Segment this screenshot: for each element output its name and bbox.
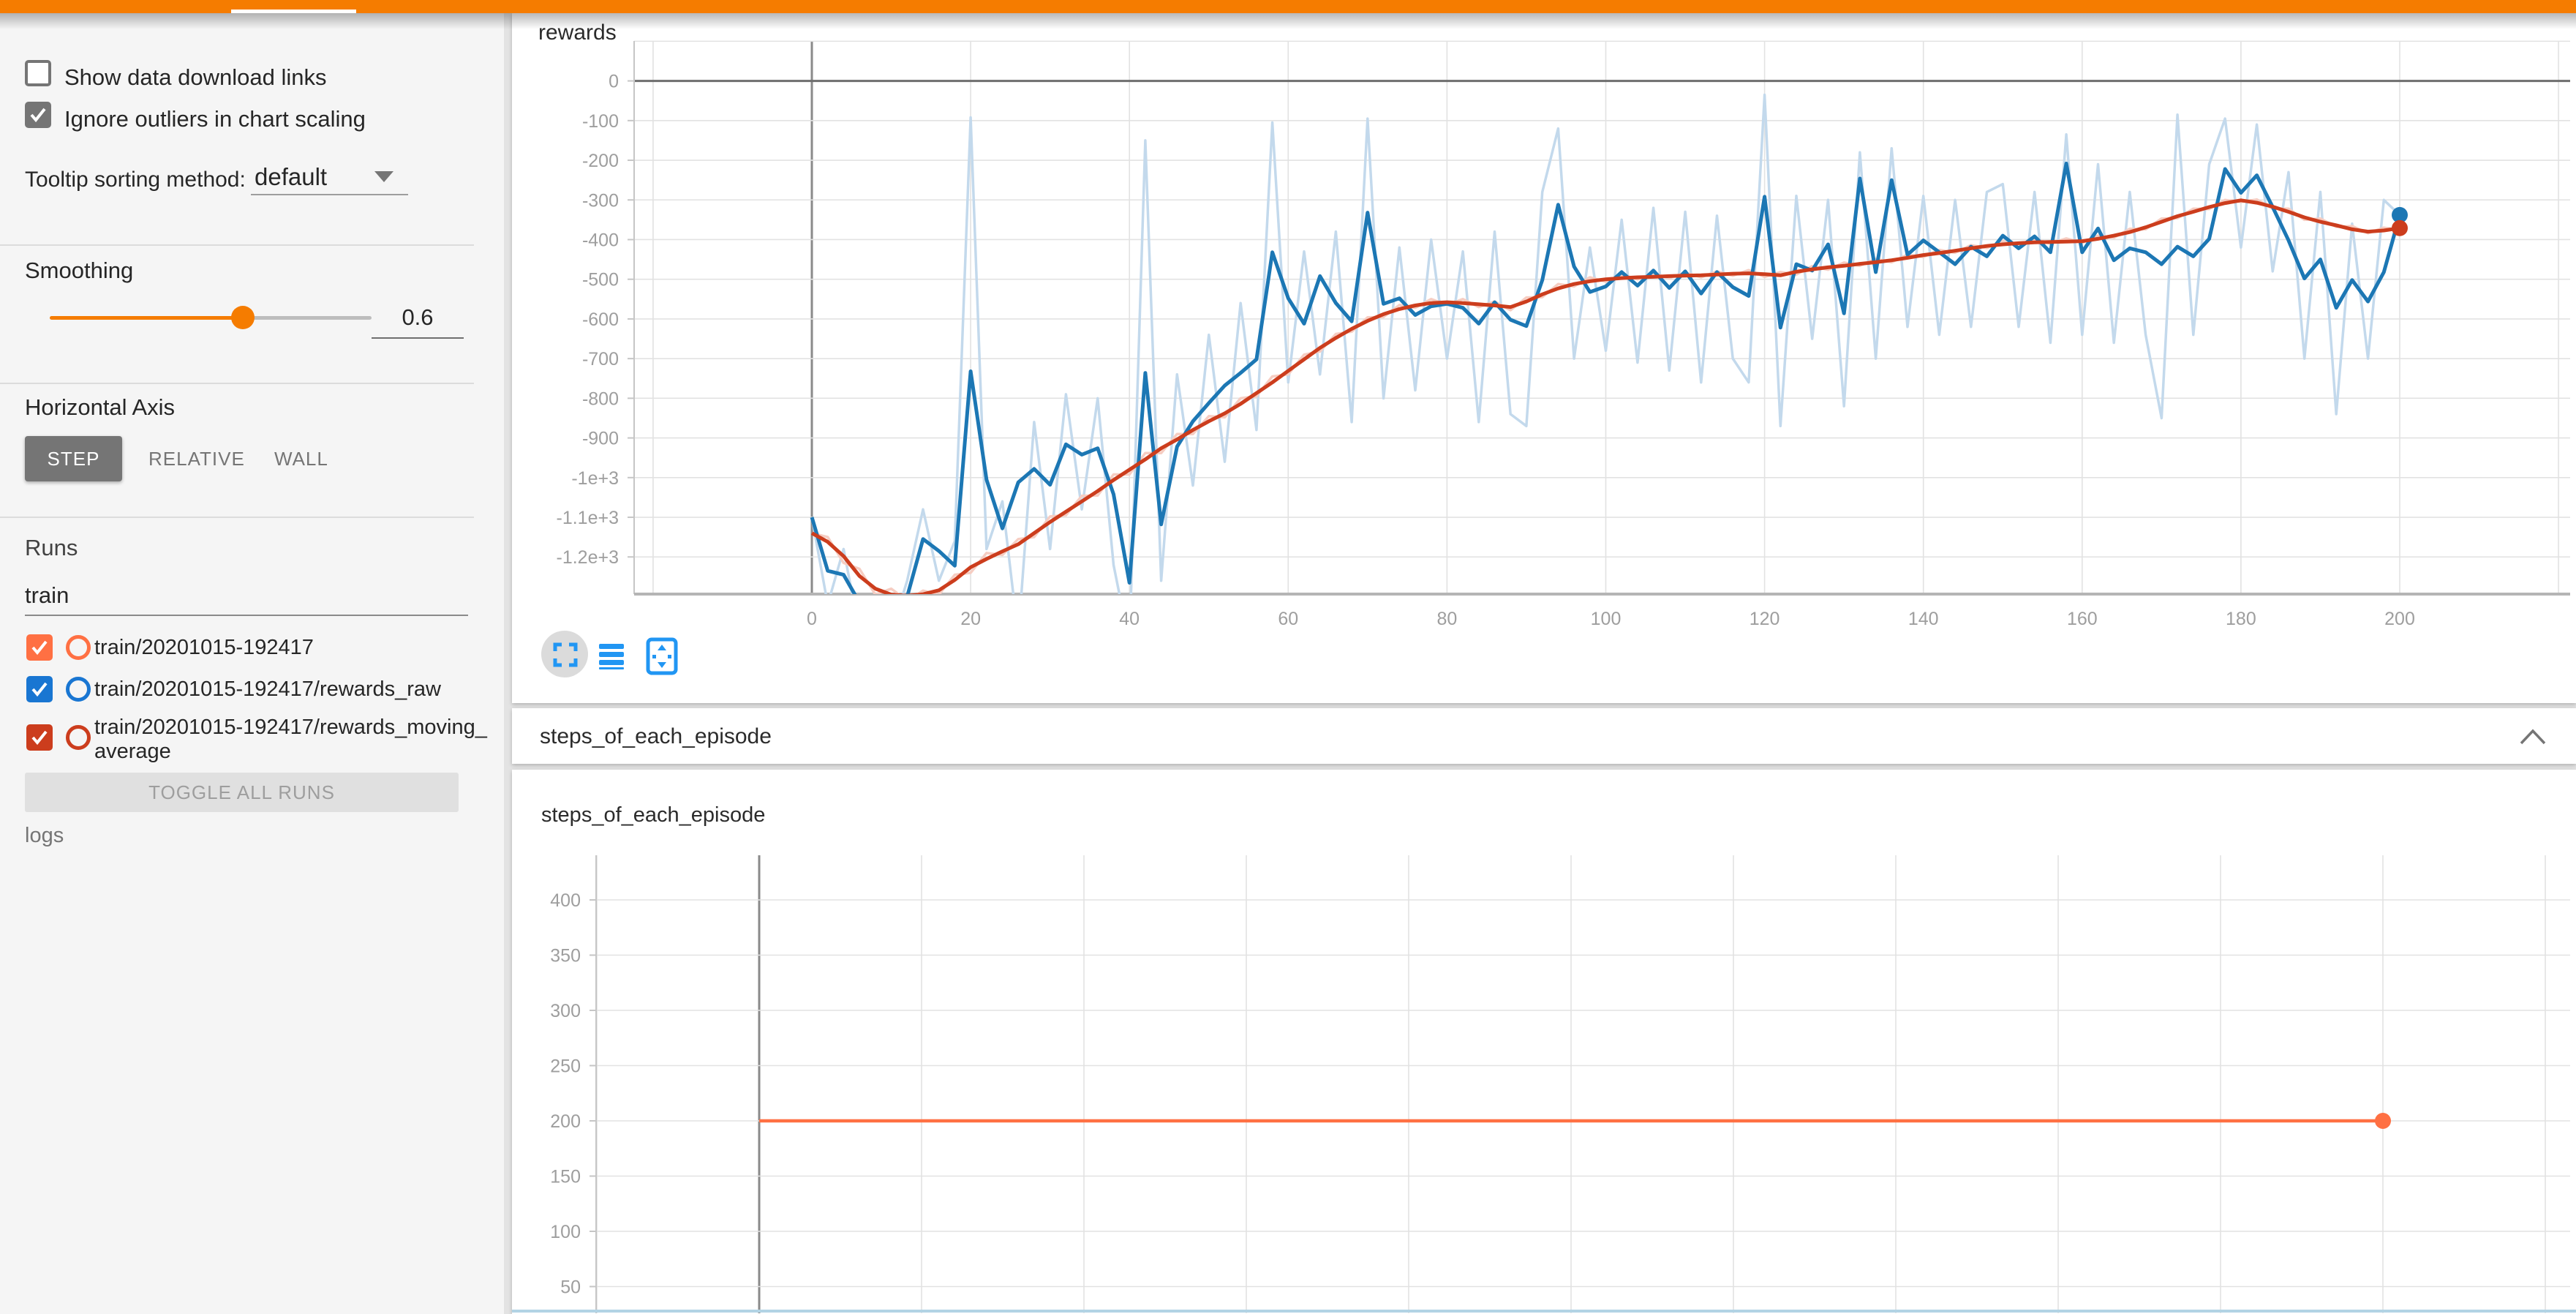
svg-text:-700: -700 — [582, 349, 619, 369]
svg-text:80: 80 — [1436, 609, 1457, 629]
svg-text:200: 200 — [2384, 609, 2415, 629]
tick-labels: 400 350 300 250 200 150 100 50 — [550, 890, 596, 1298]
svg-text:350: 350 — [550, 946, 581, 966]
svg-text:-400: -400 — [582, 230, 619, 250]
svg-text:60: 60 — [1278, 609, 1298, 629]
svg-text:250: 250 — [550, 1056, 581, 1077]
svg-text:0: 0 — [807, 609, 817, 629]
svg-text:-500: -500 — [582, 270, 619, 290]
svg-text:-100: -100 — [582, 111, 619, 132]
svg-text:-600: -600 — [582, 309, 619, 330]
endpoint-dots — [2392, 207, 2408, 236]
svg-text:-1.2e+3: -1.2e+3 — [557, 547, 619, 568]
svg-text:-300: -300 — [582, 190, 619, 211]
svg-text:160: 160 — [2067, 609, 2098, 629]
svg-text:140: 140 — [1908, 609, 1939, 629]
svg-text:-1.1e+3: -1.1e+3 — [557, 508, 619, 528]
svg-text:-200: -200 — [582, 151, 619, 171]
svg-text:40: 40 — [1119, 609, 1140, 629]
endpoint-dots — [2375, 1113, 2391, 1129]
chart-steps_of_each_episode[interactable]: 400 350 300 250 200 150 100 50 — [550, 855, 2570, 1313]
svg-text:180: 180 — [2226, 609, 2256, 629]
chart-rewards[interactable]: 0 -100 -200 -300 -400 -500 -600 -700 -800 -900 -1e… — [557, 41, 2571, 645]
svg-text:200: 200 — [550, 1111, 581, 1132]
svg-text:400: 400 — [550, 890, 581, 911]
svg-text:0: 0 — [609, 72, 619, 92]
svg-text:50: 50 — [560, 1277, 581, 1298]
svg-text:20: 20 — [960, 609, 981, 629]
svg-text:100: 100 — [1591, 609, 1622, 629]
app-header-bar — [0, 0, 2576, 13]
svg-text:300: 300 — [550, 1001, 581, 1021]
svg-text:150: 150 — [550, 1167, 581, 1187]
active-tab-underline — [231, 10, 356, 13]
tensorboard-scalars-page: Show data download links Ignore outliers… — [0, 0, 2576, 1314]
svg-text:100: 100 — [550, 1222, 581, 1242]
svg-text:-1e+3: -1e+3 — [571, 468, 619, 489]
svg-text:-800: -800 — [582, 388, 619, 409]
svg-text:120: 120 — [1750, 609, 1780, 629]
gridlines — [596, 855, 2570, 1313]
svg-text:-900: -900 — [582, 429, 619, 449]
bottom-edge-rule — [512, 1310, 2576, 1313]
charts-canvas: 0 -100 -200 -300 -400 -500 -600 -700 -800 -900 -1e… — [0, 0, 2576, 1314]
